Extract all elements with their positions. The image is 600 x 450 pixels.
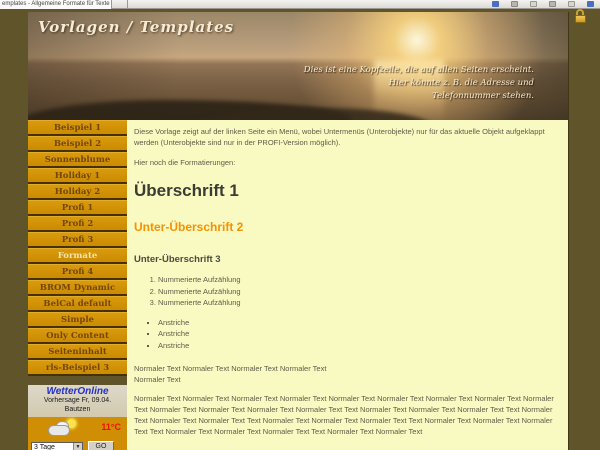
apps-grid-icon[interactable]	[511, 1, 518, 7]
cloud-icon	[48, 425, 70, 436]
sidebar-item-holiday-2[interactable]: Holiday 2	[28, 184, 127, 200]
site-title: Vorlagen / Templates	[38, 18, 234, 36]
sidebar-item-profi-4[interactable]: Profi 4	[28, 264, 127, 280]
weather-widget-header: WetterOnline Vorhersage Fr, 09.04. Bautz…	[28, 385, 127, 417]
heading-1-sample: Überschrift 1	[134, 179, 560, 204]
bullet-list-item: Anstriche	[158, 341, 560, 352]
help-icon[interactable]	[587, 1, 594, 7]
temperature-value: 11°C	[101, 422, 121, 432]
sidebar-item-beispiel-2[interactable]: Beispiel 2	[28, 136, 127, 152]
sidebar-item-profi-1[interactable]: Profi 1	[28, 200, 127, 216]
browser-toolbar-icons	[492, 1, 600, 7]
lock-icon[interactable]	[574, 9, 586, 23]
tagline-line: Dies ist eine Kopfzeile, die auf allen S…	[304, 64, 534, 77]
sidebar-menu: Beispiel 1 Beispiel 2 Sonnenblume Holida…	[28, 120, 127, 450]
numbered-list-sample: Nummerierte Aufzählung Nummerierte Aufzä…	[148, 275, 560, 309]
normal-text-line: Normaler Text Normaler Text Normaler Tex…	[134, 364, 326, 373]
weather-city: Bautzen	[28, 406, 127, 415]
forecast-range-select[interactable]: 3 Tage ▼	[31, 442, 83, 450]
lock-body	[575, 15, 586, 23]
sidebar-item-beispiel-1[interactable]: Beispiel 1	[28, 120, 127, 136]
main-content: Diese Vorlage zeigt auf der linken Seite…	[127, 120, 568, 450]
bullet-list-sample: Anstriche Anstriche Anstriche	[148, 318, 560, 352]
browser-tab-stub[interactable]	[112, 0, 128, 9]
weather-forecast-date: Vorhersage Fr, 09.04.	[28, 397, 127, 406]
sidebar-item-sonnenblume[interactable]: Sonnenblume	[28, 152, 127, 168]
sidebar-item-profi-3[interactable]: Profi 3	[28, 232, 127, 248]
normal-text-line: Normaler Text	[134, 375, 181, 384]
sidebar-item-simple[interactable]: Simple	[28, 312, 127, 328]
sidebar-item-only-content[interactable]: Only Content	[28, 328, 127, 344]
normal-text-short: Normaler Text Normaler Text Normaler Tex…	[134, 364, 560, 386]
weather-widget-controls: 3 Tage ▼ GO	[28, 439, 127, 450]
restore-icon[interactable]	[549, 1, 556, 7]
heading-3-sample: Unter-Überschrift 3	[134, 253, 560, 267]
numbered-list-item: Nummerierte Aufzählung	[158, 287, 560, 298]
sidebar-item-profi-2[interactable]: Profi 2	[28, 216, 127, 232]
bullet-list-item: Anstriche	[158, 329, 560, 340]
minimize-icon[interactable]	[530, 1, 537, 7]
go-button[interactable]: GO	[88, 441, 114, 450]
tagline-line: Telefonnummer stehen.	[304, 90, 534, 103]
sun-behind-cloud-icon	[46, 419, 80, 437]
intro-paragraph: Diese Vorlage zeigt auf der linken Seite…	[134, 127, 560, 149]
sidebar-item-belcal-default[interactable]: BelCal default	[28, 296, 127, 312]
browser-title-bar: emplates - Allgemeine Formate für Texte …	[0, 0, 600, 9]
bullet-list-item: Anstriche	[158, 318, 560, 329]
heading-2-sample: Unter-Überschrift 2	[134, 219, 560, 236]
header-sunset-image: Vorlagen / Templates Dies ist eine Kopfz…	[28, 12, 568, 120]
header-tagline: Dies ist eine Kopfzeile, die auf allen S…	[304, 64, 534, 102]
page-icon[interactable]	[568, 1, 575, 7]
sidebar-item-seiteninhalt[interactable]: Seiteninhalt	[28, 344, 127, 360]
wetteronline-logo[interactable]: WetterOnline	[28, 386, 127, 397]
numbered-list-item: Nummerierte Aufzählung	[158, 298, 560, 309]
sidebar-item-rls-beispiel-3[interactable]: rls-Beispiel 3	[28, 360, 127, 376]
formats-label: Hier noch die Formatierungen:	[134, 158, 560, 169]
browser-tab[interactable]: emplates - Allgemeine Formate für Texte …	[0, 0, 112, 9]
sidebar-item-formate[interactable]: Formate	[28, 248, 127, 264]
weather-widget: WetterOnline Vorhersage Fr, 09.04. Bautz…	[28, 385, 127, 450]
template-page: Vorlagen / Templates Dies ist eine Kopfz…	[28, 12, 568, 450]
bookmark-icon[interactable]	[492, 1, 499, 7]
chevron-down-icon[interactable]: ▼	[73, 443, 82, 450]
numbered-list-item: Nummerierte Aufzählung	[158, 275, 560, 286]
tagline-line: Hier könnte z. B. die Adresse und	[304, 77, 534, 90]
normal-text-long: Normaler Text Normaler Text Normaler Tex…	[134, 394, 560, 438]
weather-condition-row: 11°C	[28, 417, 127, 439]
sidebar-item-brom-dynamic[interactable]: BROM Dynamic	[28, 280, 127, 296]
forecast-range-value: 3 Tage	[32, 443, 73, 450]
sidebar-item-holiday-1[interactable]: Holiday 1	[28, 168, 127, 184]
